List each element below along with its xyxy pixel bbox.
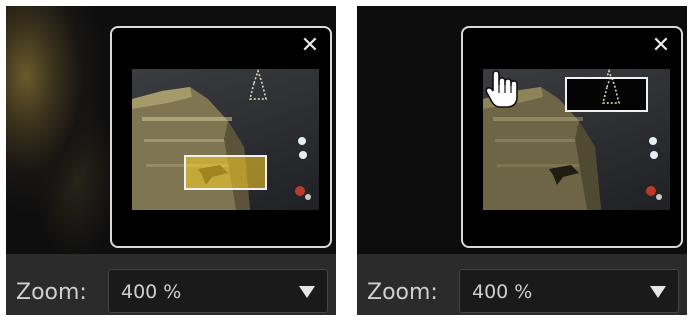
navigator-panel-before: ✕ Zoom: 400 % (0, 0, 342, 321)
zoom-bar: Zoom: 400 % (357, 254, 687, 315)
zoom-value: 400 % (472, 281, 533, 303)
navigator-thumbnail[interactable] (132, 69, 319, 210)
zoom-dropdown[interactable]: 400 % (459, 269, 679, 313)
chevron-down-icon (650, 286, 666, 298)
close-icon[interactable]: ✕ (300, 35, 320, 57)
view-rect-content (602, 79, 620, 104)
view-rectangle[interactable] (565, 77, 648, 112)
chevron-down-icon (299, 286, 315, 298)
zoom-bar: Zoom: 400 % (6, 254, 336, 315)
zoom-label: Zoom: (16, 280, 87, 305)
hand-cursor-icon (485, 70, 518, 108)
navigator-window: ✕ (461, 26, 683, 248)
zoom-label: Zoom: (367, 280, 438, 305)
zoom-dropdown[interactable]: 400 % (108, 269, 328, 313)
close-icon[interactable]: ✕ (651, 35, 671, 57)
view-rectangle[interactable] (184, 155, 267, 190)
navigator-panel-after: ✕ Zoom: 400 % (351, 0, 693, 321)
image-viewport[interactable]: ✕ (357, 6, 687, 254)
navigator-window: ✕ (110, 26, 332, 248)
image-viewport[interactable]: ✕ (6, 6, 336, 254)
navigator-thumbnail[interactable] (483, 69, 670, 210)
zoom-value: 400 % (121, 281, 182, 303)
